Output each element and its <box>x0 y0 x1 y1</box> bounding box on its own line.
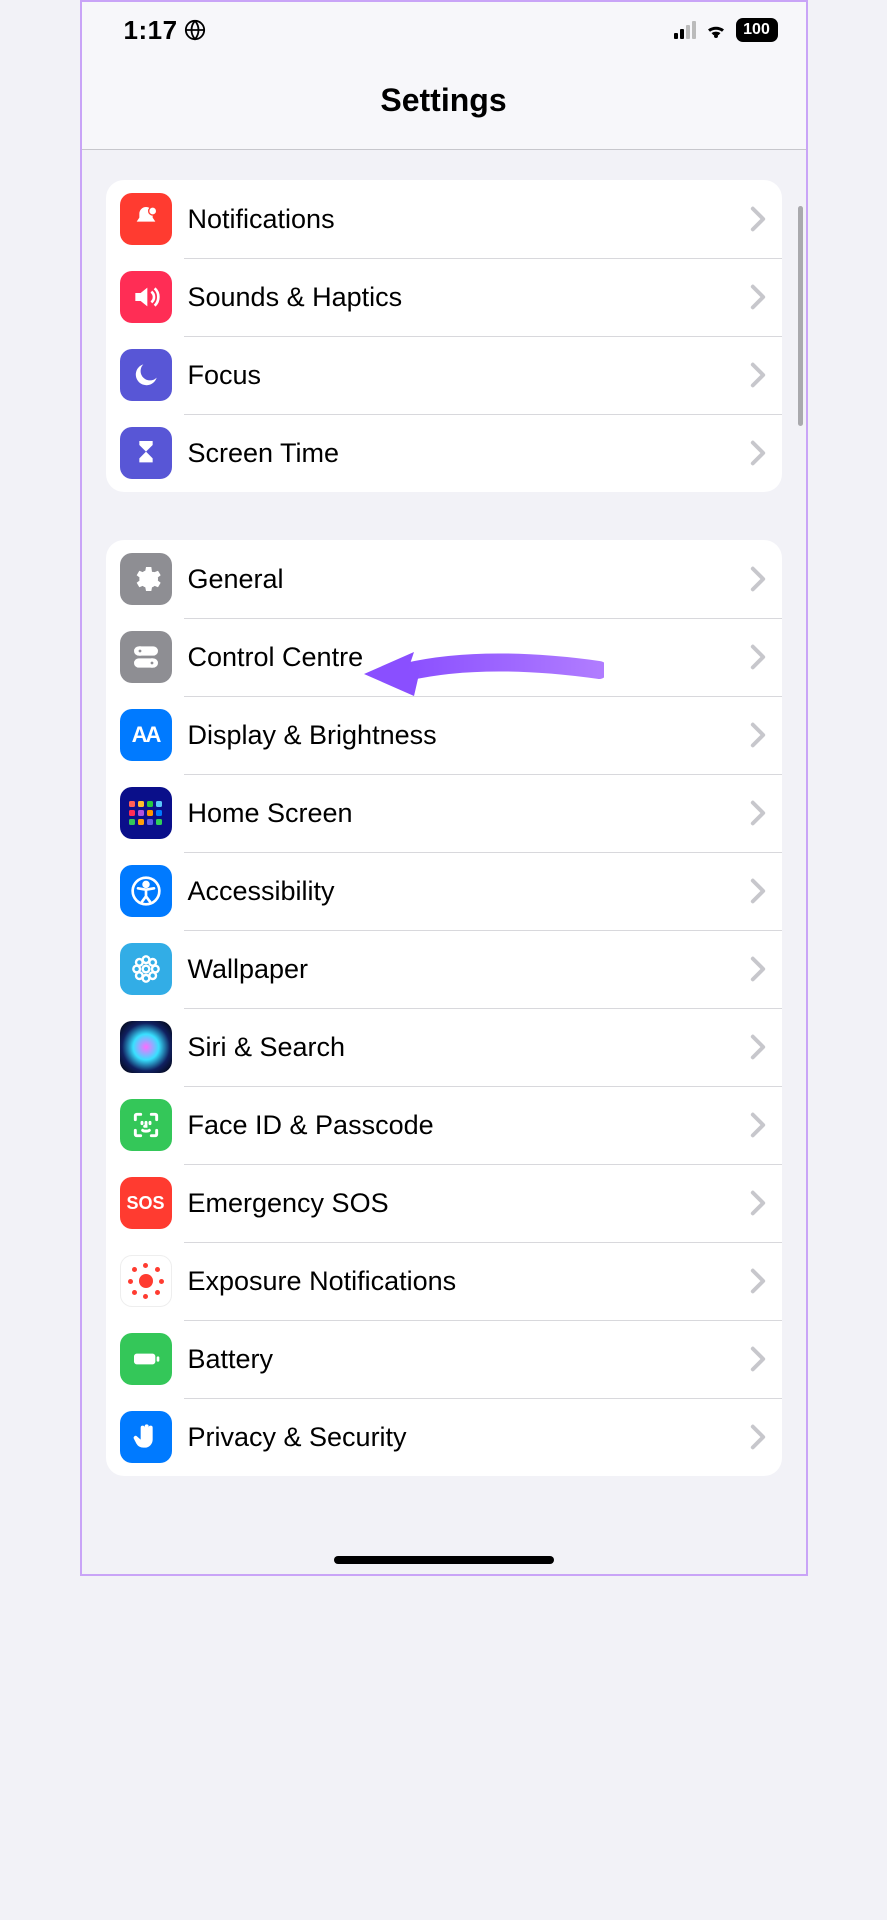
accessibility-icon <box>120 865 172 917</box>
row-emergency-sos[interactable]: SOS Emergency SOS <box>106 1164 782 1242</box>
gear-icon <box>120 553 172 605</box>
row-wallpaper[interactable]: Wallpaper <box>106 930 782 1008</box>
chevron-right-icon <box>750 956 766 982</box>
row-battery[interactable]: Battery <box>106 1320 782 1398</box>
row-label: Control Centre <box>188 642 750 673</box>
row-label: Notifications <box>188 204 750 235</box>
flower-icon <box>120 943 172 995</box>
row-control-centre[interactable]: Control Centre <box>106 618 782 696</box>
chevron-right-icon <box>750 878 766 904</box>
exposure-icon <box>120 1255 172 1307</box>
row-focus[interactable]: Focus <box>106 336 782 414</box>
chevron-right-icon <box>750 1190 766 1216</box>
chevron-right-icon <box>750 1346 766 1372</box>
battery-icon <box>120 1333 172 1385</box>
status-right: 100 <box>674 18 778 42</box>
text-size-icon: AA <box>120 709 172 761</box>
battery-indicator: 100 <box>736 18 778 42</box>
chevron-right-icon <box>750 566 766 592</box>
row-label: Home Screen <box>188 798 750 829</box>
chevron-right-icon <box>750 1034 766 1060</box>
status-left: 1:17 <box>124 15 206 46</box>
status-time: 1:17 <box>124 15 178 46</box>
row-label: Exposure Notifications <box>188 1266 750 1297</box>
row-privacy-security[interactable]: Privacy & Security <box>106 1398 782 1476</box>
hourglass-icon <box>120 427 172 479</box>
wifi-icon <box>704 20 728 40</box>
chevron-right-icon <box>750 1268 766 1294</box>
row-label: Focus <box>188 360 750 391</box>
row-label: Sounds & Haptics <box>188 282 750 313</box>
face-id-icon <box>120 1099 172 1151</box>
chevron-right-icon <box>750 722 766 748</box>
settings-group-attention: Notifications Sounds & Haptics Focus Scr… <box>106 180 782 492</box>
globe-icon <box>184 19 206 41</box>
row-notifications[interactable]: Notifications <box>106 180 782 258</box>
row-label: Battery <box>188 1344 750 1375</box>
home-screen-grid-icon <box>120 787 172 839</box>
row-display-brightness[interactable]: AA Display & Brightness <box>106 696 782 774</box>
row-label: General <box>188 564 750 595</box>
chevron-right-icon <box>750 1112 766 1138</box>
row-label: Display & Brightness <box>188 720 750 751</box>
chevron-right-icon <box>750 644 766 670</box>
row-label: Accessibility <box>188 876 750 907</box>
row-sounds-haptics[interactable]: Sounds & Haptics <box>106 258 782 336</box>
page-title: Settings <box>82 82 806 119</box>
row-exposure-notifications[interactable]: Exposure Notifications <box>106 1242 782 1320</box>
notifications-icon <box>120 193 172 245</box>
row-general[interactable]: General <box>106 540 782 618</box>
chevron-right-icon <box>750 440 766 466</box>
row-label: Screen Time <box>188 438 750 469</box>
row-screen-time[interactable]: Screen Time <box>106 414 782 492</box>
speaker-icon <box>120 271 172 323</box>
page-header: Settings <box>82 58 806 150</box>
home-indicator[interactable] <box>334 1556 554 1564</box>
row-siri-search[interactable]: Siri & Search <box>106 1008 782 1086</box>
siri-icon <box>120 1021 172 1073</box>
chevron-right-icon <box>750 1424 766 1450</box>
settings-content: Notifications Sounds & Haptics Focus Scr… <box>82 150 806 1476</box>
chevron-right-icon <box>750 362 766 388</box>
sos-icon: SOS <box>120 1177 172 1229</box>
row-label: Face ID & Passcode <box>188 1110 750 1141</box>
status-bar: 1:17 100 <box>82 2 806 58</box>
cellular-signal-icon <box>674 21 696 39</box>
settings-group-system: General Control Centre AA Display & Brig… <box>106 540 782 1476</box>
moon-icon <box>120 349 172 401</box>
chevron-right-icon <box>750 206 766 232</box>
row-label: Wallpaper <box>188 954 750 985</box>
toggles-icon <box>120 631 172 683</box>
row-label: Siri & Search <box>188 1032 750 1063</box>
hand-icon <box>120 1411 172 1463</box>
row-label: Emergency SOS <box>188 1188 750 1219</box>
row-home-screen[interactable]: Home Screen <box>106 774 782 852</box>
row-label: Privacy & Security <box>188 1422 750 1453</box>
row-accessibility[interactable]: Accessibility <box>106 852 782 930</box>
chevron-right-icon <box>750 284 766 310</box>
row-face-id-passcode[interactable]: Face ID & Passcode <box>106 1086 782 1164</box>
chevron-right-icon <box>750 800 766 826</box>
